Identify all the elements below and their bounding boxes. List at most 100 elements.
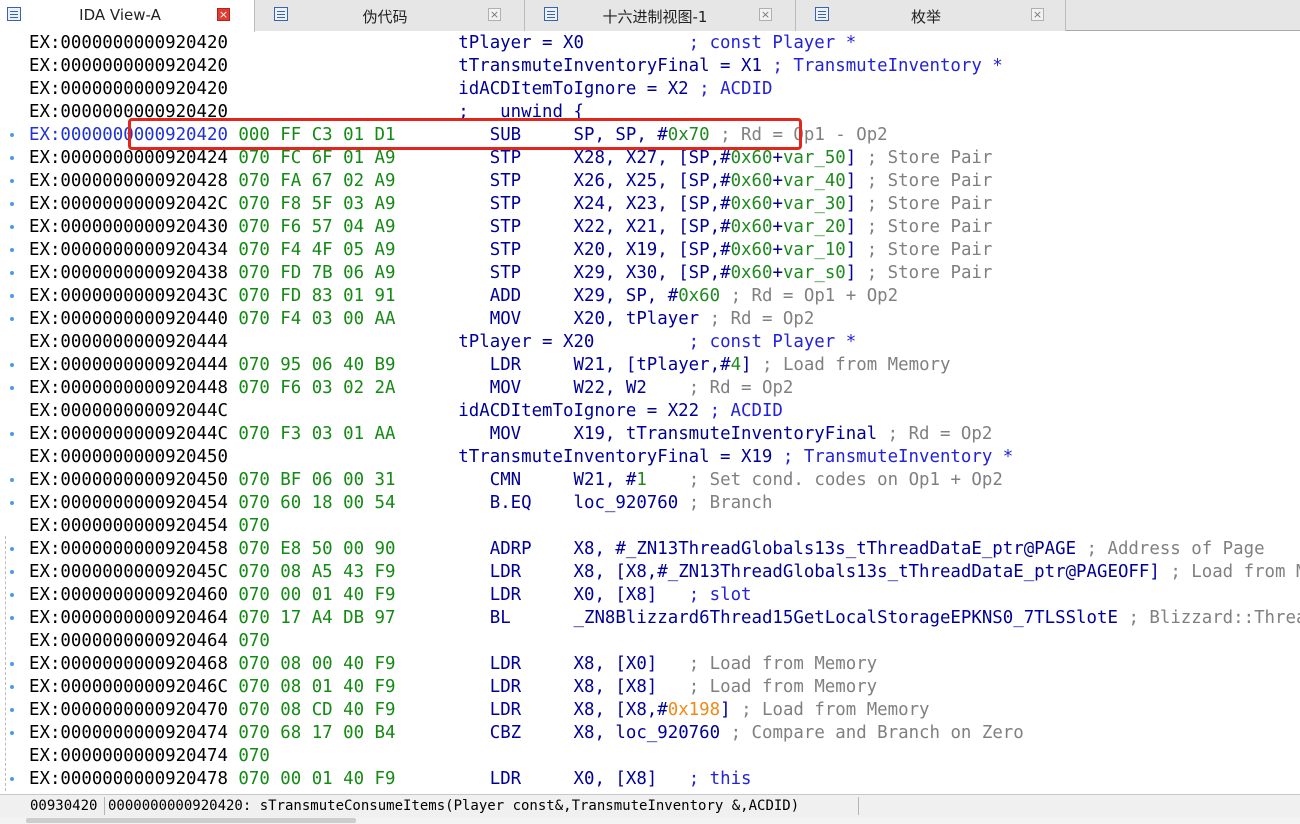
- line-comment: ; Compare and Branch on Zero: [730, 723, 1024, 743]
- code-line[interactable]: EX:0000000000920444 070 95 06 40 B9 LDR …: [29, 354, 950, 377]
- close-icon[interactable]: ×: [217, 8, 230, 21]
- breakpoint-dot-icon[interactable]: [10, 570, 14, 574]
- close-icon[interactable]: ×: [759, 8, 772, 21]
- breakpoint-dot-icon[interactable]: [10, 593, 14, 597]
- code-line[interactable]: EX:0000000000920460 070 00 01 40 F9 LDR …: [29, 584, 752, 607]
- line-comment: ; Store Pair: [866, 240, 993, 260]
- code-line[interactable]: EX:0000000000920420 tTransmuteInventoryF…: [29, 55, 1003, 78]
- code-line[interactable]: EX:0000000000920444 tPlayer = X20 ; cons…: [29, 331, 856, 354]
- breakpoint-dot-icon[interactable]: [10, 616, 14, 620]
- register-alias: idACDItemToIgnore = X22: [458, 401, 700, 421]
- code-line[interactable]: EX:0000000000920420 tPlayer = X0 ; const…: [29, 32, 856, 55]
- tab-pseudocode[interactable]: 伪代码 ×: [255, 0, 525, 31]
- breakpoint-dot-icon[interactable]: [10, 156, 14, 160]
- code-line[interactable]: EX:0000000000920478 070 00 01 40 F9 LDR …: [29, 768, 752, 791]
- breakpoint-dot-icon[interactable]: [10, 777, 14, 781]
- breakpoint-dot-icon[interactable]: [10, 685, 14, 689]
- code-line[interactable]: EX:0000000000920420 000 FF C3 01 D1 SUB …: [29, 124, 888, 147]
- code-line[interactable]: EX:0000000000920474 070: [29, 745, 270, 768]
- operand: X8, [X0]: [573, 654, 658, 674]
- code-line[interactable]: EX:000000000092044C 070 F3 03 01 AA MOV …: [29, 423, 992, 446]
- operand-immediate: 0x60: [730, 148, 773, 168]
- operand: X8, #_ZN13ThreadGlobals13s_tThreadDataE_…: [573, 539, 1077, 559]
- code-line[interactable]: EX:0000000000920468 070 08 00 40 F9 LDR …: [29, 653, 877, 676]
- close-icon[interactable]: ×: [1031, 8, 1044, 21]
- opcode-bytes: 070 F4 4F 05 A9: [238, 240, 396, 260]
- code-line[interactable]: EX:0000000000920450 tTransmuteInventoryF…: [29, 446, 1013, 469]
- breakpoint-dot-icon[interactable]: [10, 179, 14, 183]
- pseudocode-icon: [274, 7, 288, 21]
- operand: ]: [845, 194, 857, 214]
- code-line[interactable]: EX:0000000000920438 070 FD 7B 06 A9 STP …: [29, 262, 992, 285]
- code-line[interactable]: EX:0000000000920454 070 60 18 00 54 B.EQ…: [29, 492, 772, 515]
- breakpoint-dot-icon[interactable]: [10, 202, 14, 206]
- tab-enums[interactable]: 枚举 ×: [796, 0, 1066, 31]
- operand: +: [772, 148, 783, 168]
- breakpoint-dot-icon[interactable]: [10, 386, 14, 390]
- tab-label: 伪代码: [362, 8, 408, 26]
- code-line[interactable]: EX:0000000000920428 070 FA 67 02 A9 STP …: [29, 170, 992, 193]
- breakpoint-dot-icon[interactable]: [10, 294, 14, 298]
- breakpoint-dot-icon[interactable]: [10, 133, 14, 137]
- line-comment: ; Rd = Op2: [887, 424, 993, 444]
- line-comment: ; Store Pair: [866, 217, 993, 237]
- code-line[interactable]: EX:000000000092042C 070 F8 5F 03 A9 STP …: [29, 193, 992, 216]
- horizontal-scrollbar[interactable]: [0, 817, 1300, 824]
- line-comment: ; this: [688, 769, 752, 789]
- operand: X28, X27, [SP,#: [573, 148, 731, 168]
- code-line[interactable]: EX:000000000092045C 070 08 A5 43 F9 LDR …: [29, 561, 1300, 584]
- breakpoint-dot-icon[interactable]: [10, 662, 14, 666]
- disassembly-listing[interactable]: EX:0000000000920420 tPlayer = X0 ; const…: [29, 32, 1300, 794]
- line-address: EX:0000000000920460: [29, 585, 228, 605]
- close-icon[interactable]: ×: [488, 8, 501, 21]
- code-line[interactable]: EX:0000000000920458 070 E8 50 00 90 ADRP…: [29, 538, 1265, 561]
- breakpoint-dot-icon[interactable]: [10, 225, 14, 229]
- tab-label: IDA View-A: [79, 6, 161, 24]
- code-line[interactable]: EX:0000000000920420 idACDItemToIgnore = …: [29, 78, 772, 101]
- code-line[interactable]: EX:0000000000920440 070 F4 03 00 AA MOV …: [29, 308, 814, 331]
- code-line[interactable]: EX:0000000000920464 070: [29, 630, 270, 653]
- code-gutter[interactable]: [0, 31, 26, 794]
- scrollbar-thumb[interactable]: [26, 818, 356, 823]
- code-line[interactable]: EX:0000000000920420 ; unwind {: [29, 101, 584, 124]
- line-comment: ; Store Pair: [866, 263, 993, 283]
- breakpoint-dot-icon[interactable]: [10, 478, 14, 482]
- code-line[interactable]: EX:0000000000920454 070: [29, 515, 270, 538]
- operand: W22, W2: [573, 378, 647, 398]
- breakpoint-dot-icon[interactable]: [10, 432, 14, 436]
- code-line[interactable]: EX:0000000000920464 070 17 A4 DB 97 BL _…: [29, 607, 1300, 630]
- code-line[interactable]: EX:0000000000920450 070 BF 06 00 31 CMN …: [29, 469, 1003, 492]
- line-address: EX:000000000092046C: [29, 677, 228, 697]
- code-line[interactable]: EX:0000000000920470 070 08 CD 40 F9 LDR …: [29, 699, 930, 722]
- breakpoint-dot-icon[interactable]: [10, 363, 14, 367]
- tab-ida-view-a[interactable]: IDA View-A ×: [0, 0, 255, 32]
- line-comment: ; Load from Memory: [688, 677, 878, 697]
- code-line[interactable]: EX:0000000000920434 070 F4 4F 05 A9 STP …: [29, 239, 992, 262]
- code-line[interactable]: EX:000000000092046C 070 08 01 40 F9 LDR …: [29, 676, 877, 699]
- code-line[interactable]: EX:0000000000920424 070 FC 6F 01 A9 STP …: [29, 147, 992, 170]
- operand: X0, [X8]: [573, 769, 658, 789]
- breakpoint-dot-icon[interactable]: [10, 731, 14, 735]
- code-line[interactable]: EX:000000000092044C idACDItemToIgnore = …: [29, 400, 783, 423]
- operand-immediate: var_20: [782, 217, 846, 237]
- opcode-bytes: 070 F6 03 02 2A: [238, 378, 396, 398]
- operand: X20, X19, [SP,#: [573, 240, 731, 260]
- line-comment: ; TransmuteInventory *: [782, 447, 1014, 467]
- tab-hex-view[interactable]: 十六进制视图-1 ×: [525, 0, 796, 31]
- code-line[interactable]: EX:000000000092043C 070 FD 83 01 91 ADD …: [29, 285, 898, 308]
- breakpoint-dot-icon[interactable]: [10, 248, 14, 252]
- code-line[interactable]: EX:0000000000920474 070 68 17 00 B4 CBZ …: [29, 722, 1024, 745]
- listing-icon: [7, 7, 21, 21]
- line-address: EX:0000000000920450: [29, 470, 228, 490]
- breakpoint-dot-icon[interactable]: [10, 501, 14, 505]
- instruction-mnemonic: LDR: [489, 677, 522, 697]
- breakpoint-dot-icon[interactable]: [10, 271, 14, 275]
- breakpoint-dot-icon[interactable]: [10, 547, 14, 551]
- line-address: EX:0000000000920478: [29, 769, 228, 789]
- breakpoint-dot-icon[interactable]: [10, 317, 14, 321]
- code-line[interactable]: EX:0000000000920448 070 F6 03 02 2A MOV …: [29, 377, 793, 400]
- breakpoint-dot-icon[interactable]: [10, 708, 14, 712]
- line-address: EX:0000000000920440: [29, 309, 228, 329]
- line-comment: ; Rd = Op2: [688, 378, 794, 398]
- code-line[interactable]: EX:0000000000920430 070 F6 57 04 A9 STP …: [29, 216, 992, 239]
